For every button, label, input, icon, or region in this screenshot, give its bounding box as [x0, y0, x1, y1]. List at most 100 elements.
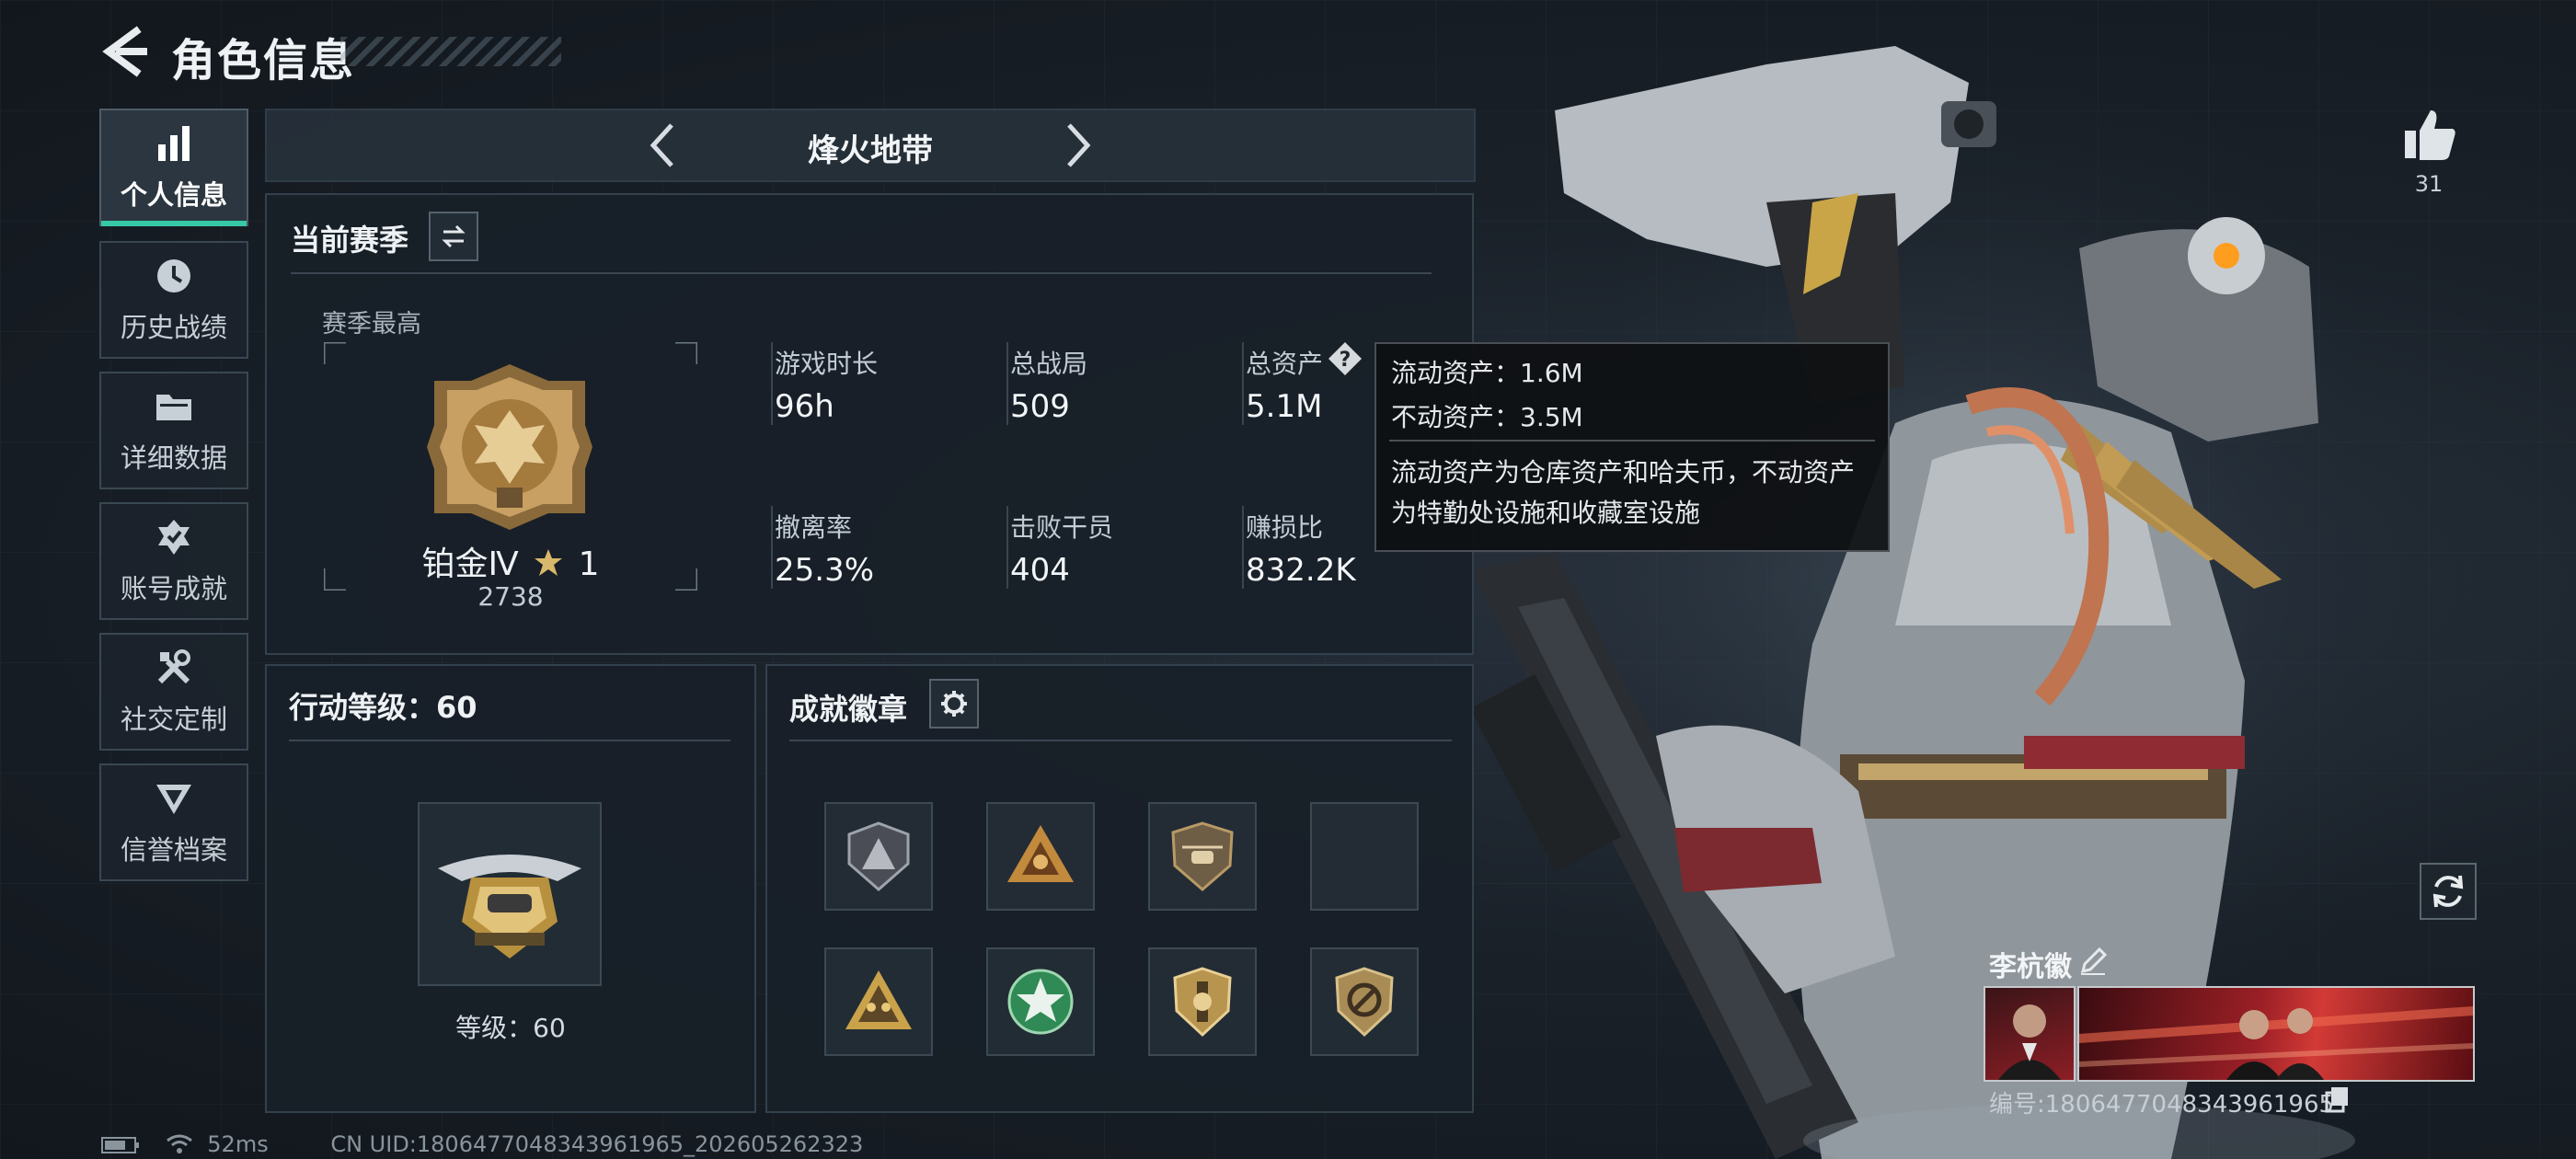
badge-slot-empty[interactable] — [1310, 802, 1419, 911]
svg-text:?: ? — [1340, 349, 1351, 372]
tools-icon — [157, 649, 190, 684]
action-level-title: 行动等级：60 — [289, 690, 477, 725]
action-level-panel: 行动等级：60 等级：60 — [265, 664, 756, 1113]
sidebar-item-label: 个人信息 — [120, 179, 227, 211]
triangle-hands-badge-icon — [1007, 825, 1074, 882]
avatar-portrait-icon — [1998, 1004, 2061, 1080]
chevron-right-icon[interactable] — [1051, 120, 1102, 171]
rank-stars: 1 — [578, 545, 600, 583]
stat-label: 总资产 — [1246, 349, 1324, 379]
help-icon[interactable]: ? — [1327, 340, 1363, 377]
swap-icon — [442, 224, 466, 248]
badges-title: 成就徽章 — [789, 692, 908, 727]
credit-icon — [156, 785, 191, 814]
achievement-icon — [158, 520, 190, 555]
rotate-view-button[interactable] — [2420, 863, 2477, 920]
sidebar-item-label: 信誉档案 — [120, 834, 227, 866]
gold-shield-badge-icon — [1173, 967, 1232, 1038]
sidebar-item-details[interactable]: 详细数据 — [99, 372, 248, 489]
player-name: 李杭徽 — [1989, 951, 2072, 983]
copy-icon[interactable] — [2324, 1085, 2352, 1113]
refresh-icon — [2432, 875, 2464, 908]
sidebar-item-credit[interactable]: 信誉档案 — [99, 763, 248, 881]
section-divider — [789, 740, 1452, 741]
stat-value: 832.2K — [1246, 552, 1356, 589]
player-avatar[interactable] — [1984, 986, 2076, 1082]
helicopter-emblem-icon — [438, 855, 581, 958]
badge-slot[interactable] — [1148, 947, 1257, 1056]
edit-name-icon[interactable] — [2077, 946, 2109, 977]
asset-tooltip: 流动资产：1.6M 不动资产：3.5M 流动资产为仓库资产和哈夫币，不动资产 为… — [1374, 342, 1890, 552]
stat-separator — [1242, 506, 1244, 589]
player-banner[interactable] — [2077, 986, 2475, 1082]
tooltip-liquid-assets: 流动资产：1.6M — [1391, 358, 1583, 388]
title-decoration — [340, 37, 561, 66]
level-label: 等级：60 — [455, 1013, 566, 1043]
gear-icon — [941, 691, 967, 717]
tooltip-description-line1: 流动资产为仓库资产和哈夫币，不动资产 — [1391, 457, 1856, 488]
badge-slot[interactable] — [1310, 947, 1419, 1056]
badge-slot[interactable] — [986, 947, 1095, 1056]
level-emblem-frame — [418, 802, 602, 986]
sidebar-item-label: 详细数据 — [120, 442, 227, 474]
sidebar-item-social[interactable]: 社交定制 — [99, 633, 248, 751]
badge-settings-button[interactable] — [929, 679, 979, 729]
sidebar-item-profile[interactable]: 个人信息 — [99, 109, 248, 226]
tooltip-fixed-assets: 不动资产：3.5M — [1391, 402, 1583, 432]
thumbs-up-icon[interactable] — [2401, 107, 2458, 164]
ping-text: 52ms — [207, 1131, 269, 1157]
banner-art — [2079, 1006, 2473, 1080]
tooltip-divider — [1389, 440, 1875, 442]
stat-value: 96h — [775, 388, 834, 425]
player-id: 编号:1806477048343961965 — [1989, 1091, 2335, 1119]
battery-icon — [101, 1137, 139, 1153]
season-peak-label: 赛季最高 — [322, 310, 421, 339]
empty-slot-icon — [1328, 820, 1401, 893]
stat-separator — [1006, 506, 1008, 589]
stat-label: 赚损比 — [1246, 512, 1324, 543]
rank-emblem-icon — [427, 364, 592, 530]
stat-value: 25.3% — [775, 552, 875, 589]
green-star-badge-icon — [1007, 969, 1074, 1035]
rank-score: 2738 — [477, 581, 544, 612]
sidebar-item-label: 社交定制 — [120, 704, 227, 735]
swap-season-button[interactable] — [429, 212, 478, 261]
mode-selector: 烽火地带 — [265, 109, 1476, 182]
stat-separator — [1006, 342, 1008, 425]
sidebar-item-history[interactable]: 历史战绩 — [99, 241, 248, 359]
sidebar-item-label: 历史战绩 — [120, 312, 227, 343]
mode-name: 烽火地带 — [808, 132, 933, 169]
stat-separator — [771, 342, 773, 425]
section-divider — [291, 272, 1432, 274]
stat-label: 击败干员 — [1010, 512, 1114, 543]
like-count: 31 — [2414, 171, 2444, 197]
sidebar-item-achievements[interactable]: 账号成就 — [99, 502, 248, 620]
status-bar: 52ms CN UID:1806477048343961965_20260526… — [101, 1131, 863, 1157]
badge-slot[interactable] — [824, 947, 933, 1056]
season-title: 当前赛季 — [291, 223, 409, 258]
uid-text: CN UID:1806477048343961965_202605262323 — [330, 1131, 864, 1157]
badge-slot[interactable] — [1148, 802, 1257, 911]
stat-separator — [1242, 342, 1244, 425]
no-sign-shield-badge-icon — [1335, 967, 1394, 1038]
section-divider — [289, 740, 730, 741]
bar-chart-icon — [158, 126, 190, 161]
history-clock-icon — [157, 259, 190, 293]
badge-slot[interactable] — [986, 802, 1095, 911]
tooltip-description-line2: 为特勤处设施和收藏室设施 — [1391, 498, 1701, 528]
achievement-badges-panel: 成就徽章 — [765, 664, 1474, 1113]
sidebar-item-label: 账号成就 — [120, 573, 227, 604]
rank-name-row: 铂金Ⅳ 1 — [322, 537, 699, 585]
stat-label: 撤离率 — [775, 512, 853, 543]
stat-separator — [771, 506, 773, 589]
badge-slot[interactable] — [824, 802, 933, 911]
stat-label: 游戏时长 — [775, 349, 879, 379]
rank-name: 铂金Ⅳ — [421, 545, 519, 583]
season-panel: 当前赛季 赛季最高 铂金Ⅳ 1 2738 游戏时长 96h 总战局 509 总资… — [265, 193, 1474, 655]
helicopter-shield-badge-icon — [1171, 821, 1234, 891]
star-icon — [535, 549, 563, 576]
stat-label: 总战局 — [1010, 349, 1088, 379]
stat-value: 509 — [1010, 388, 1070, 425]
stat-value: 404 — [1010, 552, 1070, 589]
back-arrow-icon[interactable] — [99, 26, 149, 77]
